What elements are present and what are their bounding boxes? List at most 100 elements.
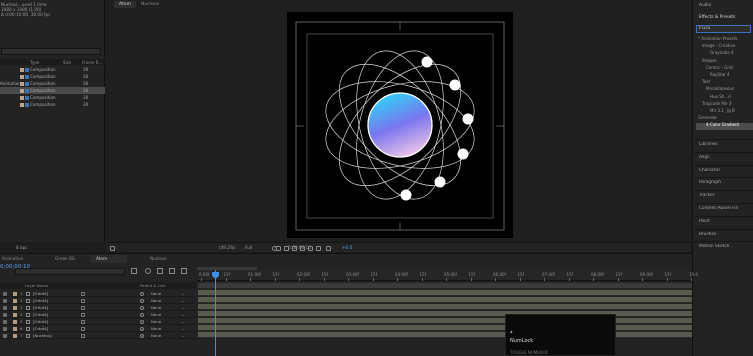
parent-dropdown[interactable]: None (151, 305, 161, 310)
frame-blending-icon[interactable] (169, 268, 175, 274)
layer-name[interactable]: [Orbit4] (33, 291, 48, 296)
parent-pickwhip-icon[interactable] (140, 305, 144, 310)
visibility-icon[interactable] (3, 319, 7, 324)
layer-name[interactable]: [Orbit4] (33, 326, 48, 331)
label-color-swatch[interactable] (13, 312, 17, 317)
label-color-swatch[interactable] (13, 305, 17, 310)
visibility-icon[interactable] (3, 326, 7, 331)
parent-pickwhip-icon[interactable] (140, 319, 144, 324)
timeline-tab-atom[interactable]: Atom (91, 255, 127, 263)
layer-name[interactable]: [Orbit4] (33, 319, 48, 324)
chevron-down-icon[interactable]: ⌄ (181, 291, 184, 296)
viewer-timecode[interactable]: 0:00:00:10 (288, 245, 311, 250)
parent-pickwhip-icon[interactable] (140, 298, 144, 303)
color-picker-icon[interactable] (316, 245, 321, 251)
panel-paint[interactable]: Paint (699, 219, 710, 224)
panel-libraries[interactable]: Libraries (699, 142, 718, 147)
project-item[interactable]: Composition 30 (0, 73, 105, 80)
label-color-swatch[interactable] (13, 298, 17, 303)
label-color-swatch[interactable] (13, 291, 17, 296)
column-frame-rate[interactable]: Frame R... (82, 60, 102, 65)
panel-align[interactable]: Align (699, 155, 710, 160)
effects-tree-item[interactable]: Text (702, 79, 753, 84)
label-color-swatch[interactable] (20, 88, 24, 93)
audio-panel[interactable]: Audio (699, 3, 711, 8)
parent-pickwhip-icon[interactable] (140, 312, 144, 317)
label-color-swatch[interactable] (20, 95, 24, 100)
column-type[interactable]: Type (30, 60, 39, 65)
motion-blur-icon[interactable] (181, 268, 187, 274)
switch-icon[interactable] (81, 319, 85, 324)
effects-tree-item[interactable]: Mir 3.1 _ig B (710, 108, 753, 113)
switch-icon[interactable] (81, 298, 85, 303)
project-bpc-label[interactable]: 8 bpc (16, 245, 28, 250)
always-preview-icon[interactable] (110, 245, 115, 251)
chevron-down-icon[interactable]: ⌄ (181, 312, 184, 317)
camera-icon[interactable] (272, 245, 277, 251)
panel-paragraph[interactable]: Paragraph (699, 180, 721, 185)
viewer-tab-nucleus[interactable]: Nucleus (141, 1, 159, 8)
project-item[interactable]: Composition 30 (0, 66, 105, 73)
panel-motion-sketch[interactable]: Motion Sketch (699, 244, 729, 249)
visibility-icon[interactable] (3, 312, 7, 317)
parent-dropdown[interactable]: None (151, 298, 161, 303)
timeline-tab-animation[interactable]: Animation (2, 256, 23, 261)
timeline-tab-green-bg[interactable]: Green BG (55, 256, 75, 261)
layer-row[interactable]: 4 [Orbit4] None ⌄ (0, 311, 196, 318)
effects-tree-item[interactable]: * Animation Presets (698, 36, 753, 41)
effects-tree-item[interactable]: Trapcode Mir 3 (702, 101, 753, 106)
parent-pickwhip-icon[interactable] (140, 333, 144, 338)
chevron-down-icon[interactable]: ⌄ (181, 305, 184, 310)
shy-layers-icon[interactable] (157, 268, 163, 274)
effects-tree-item[interactable]: Miscellaneous (706, 86, 753, 91)
switch-icon[interactable] (81, 291, 85, 296)
layer-name[interactable]: [Orbit4] (33, 305, 48, 310)
parent-dropdown[interactable]: None (151, 312, 161, 317)
project-item[interactable]: Composition 30 (0, 101, 105, 108)
visibility-icon[interactable] (3, 333, 7, 338)
effects-tree-item[interactable]: Hue Sh...d (710, 94, 753, 99)
label-color-swatch[interactable] (13, 333, 17, 338)
switch-icon[interactable] (81, 326, 85, 331)
effects-tree-item[interactable]: 4-Color Gradient (706, 122, 753, 127)
resolution-dropdown[interactable]: Full (245, 245, 252, 250)
project-item[interactable]: Composition 30 (0, 94, 105, 101)
layer-row[interactable]: 7 [Nucleus] None ⌄ (0, 332, 196, 339)
project-item[interactable]: Animation Composition 30 (0, 80, 105, 87)
effects-tree-item[interactable]: Shapes (702, 58, 753, 63)
label-color-swatch[interactable] (20, 67, 24, 72)
column-size[interactable]: Size (63, 60, 71, 65)
layer-duration-bar[interactable] (198, 304, 692, 310)
chevron-down-icon[interactable]: ⌄ (181, 298, 184, 303)
exposure-value[interactable]: +0.0 (342, 245, 352, 250)
parent-pickwhip-icon[interactable] (140, 326, 144, 331)
parent-dropdown[interactable]: None (151, 326, 161, 331)
parent-dropdown[interactable]: None (151, 319, 161, 324)
layer-row[interactable]: 1 [Orbit4] None ⌄ (0, 290, 196, 297)
switch-icon[interactable] (81, 312, 85, 317)
layer-row[interactable]: 6 [Orbit4] None ⌄ (0, 325, 196, 332)
layer-row[interactable]: 3 [Orbit4] None ⌄ (0, 304, 196, 311)
timeline-search-input[interactable] (15, 268, 125, 275)
chevron-down-icon[interactable]: ⌄ (181, 319, 184, 324)
layer-duration-bar[interactable] (198, 290, 692, 296)
effects-tree-item[interactable]: Image - Creative (702, 43, 753, 48)
parent-pickwhip-icon[interactable] (140, 291, 144, 296)
chevron-down-icon[interactable]: ⌄ (181, 333, 184, 338)
layer-name[interactable]: [Orbit4] (33, 312, 48, 317)
reset-exposure-icon[interactable] (326, 245, 331, 251)
composition-canvas[interactable] (287, 12, 513, 238)
chevron-down-icon[interactable]: ⌄ (181, 326, 184, 331)
effects-tree-item[interactable]: Generate (698, 115, 753, 120)
layer-duration-bar[interactable] (198, 325, 692, 331)
comp-flowchart-icon[interactable] (131, 268, 137, 274)
effects-tree-item[interactable]: Grayscale 4 (710, 50, 753, 55)
effects-presets-title[interactable]: Effects & Presets (699, 15, 735, 20)
switch-icon[interactable] (81, 333, 85, 338)
panel-content-aware-fill[interactable]: Content-Aware Fill (699, 206, 738, 211)
label-color-swatch[interactable] (20, 81, 24, 86)
panel-character[interactable]: Character (699, 168, 720, 173)
effects-tree-item[interactable]: RayStar 4 (710, 72, 753, 77)
layer-row[interactable]: 5 [Orbit4] None ⌄ (0, 318, 196, 325)
label-color-swatch[interactable] (20, 102, 24, 107)
